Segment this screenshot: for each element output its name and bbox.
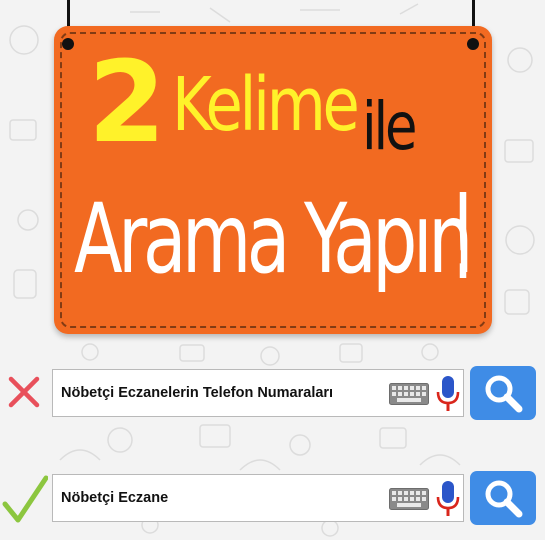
keyboard-icon[interactable] (389, 383, 429, 405)
magnifier-icon (485, 480, 523, 518)
headline-word-kelime: Kelime (172, 62, 360, 148)
headline-number: 2 (88, 38, 166, 168)
cross-icon (8, 376, 40, 408)
microphone-icon[interactable] (435, 480, 461, 518)
search-button[interactable] (470, 366, 536, 420)
right-pin-icon (467, 38, 479, 50)
search-button[interactable] (470, 471, 536, 525)
headline-exclamation: ! (450, 168, 477, 306)
check-icon (2, 475, 48, 523)
search-query-text: Nöbetçi Eczanelerin Telefon Numaraları (61, 385, 334, 401)
microphone-icon[interactable] (435, 375, 461, 413)
search-input-long[interactable]: Nöbetçi Eczanelerin Telefon Numaraları (52, 369, 464, 417)
magnifier-icon (485, 375, 523, 413)
headline-line-arama-yapin: Arama Yapın (74, 183, 473, 295)
search-query-text: Nöbetçi Eczane (61, 490, 169, 506)
headline-word-ile: ile (362, 88, 417, 165)
keyboard-icon[interactable] (389, 488, 429, 510)
left-pin-icon (62, 38, 74, 50)
search-input-short[interactable]: Nöbetçi Eczane (52, 474, 464, 522)
